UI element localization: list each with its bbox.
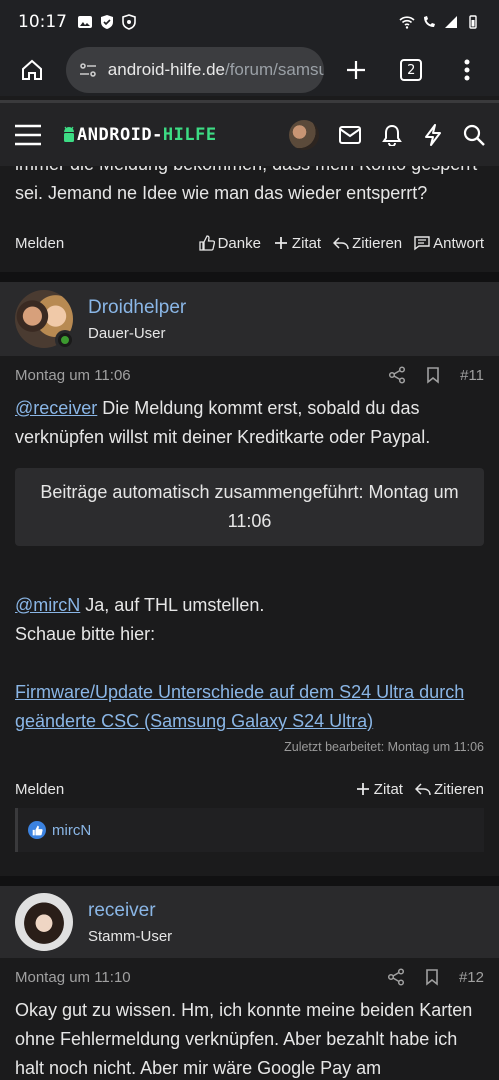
status-time: 10:17	[18, 12, 67, 32]
share-icon[interactable]	[387, 968, 405, 986]
browser-menu-button[interactable]	[445, 48, 489, 92]
reply-quote-label: Zitieren	[352, 234, 403, 252]
post-meta: Montag um 11:10 #12	[0, 958, 499, 996]
post-meta: Montag um 11:06 #11	[0, 356, 499, 394]
post-number[interactable]: #11	[460, 367, 484, 384]
like-reaction-icon	[28, 821, 46, 839]
post-divider	[0, 876, 499, 886]
reply-quote-button[interactable]: Zitieren	[414, 780, 484, 798]
status-bar: 10:17	[0, 0, 499, 44]
author-bar: receiver Stamm-User	[0, 886, 499, 958]
more-vert-icon	[464, 59, 470, 81]
post-body-3: Firmware/Update Unterschiede auf dem S24…	[0, 678, 499, 736]
bell-icon[interactable]	[381, 124, 403, 146]
home-icon	[21, 59, 42, 80]
author-name[interactable]: Droidhelper	[88, 297, 186, 319]
author-avatar[interactable]	[15, 290, 75, 350]
post-actions: Melden Danke Zitat Zitieren Antwort	[0, 228, 499, 258]
comment-icon	[414, 236, 430, 251]
author-role: Dauer-User	[88, 324, 166, 342]
like-label: Danke	[217, 234, 261, 252]
thread-content: immer die Meldung bekommen, dass mein Ko…	[0, 150, 499, 1080]
quote-button[interactable]: Zitat	[355, 781, 403, 798]
wifi-icon	[399, 16, 415, 29]
reply-quote-label: Zitieren	[433, 780, 484, 798]
share-icon[interactable]	[388, 366, 406, 384]
user-avatar[interactable]	[289, 119, 319, 150]
post-date[interactable]: Montag um 11:06	[15, 367, 131, 384]
logo-text-left: ANDROID-	[77, 124, 163, 145]
bookmark-icon[interactable]	[423, 968, 441, 986]
post-12: receiver Stamm-User Montag um 11:10 #12 …	[0, 886, 499, 1080]
post-10: immer die Meldung bekommen, dass mein Ko…	[0, 150, 499, 258]
author-role: Stamm-User	[88, 927, 173, 945]
plus-icon	[356, 783, 369, 795]
thumbs-up-icon	[198, 235, 215, 251]
reply-icon	[333, 237, 349, 250]
author-name[interactable]: receiver	[88, 900, 172, 922]
mention-link[interactable]: @receiver	[15, 398, 97, 418]
post-text-2: Ja, auf THL umstellen.	[80, 595, 265, 615]
tab-count: 2	[400, 59, 423, 81]
answer-button[interactable]: Antwort	[414, 235, 484, 252]
post-body-2: @mircN Ja, auf THL umstellen. Schaue bit…	[0, 591, 499, 649]
plus-icon	[274, 237, 287, 249]
post-date[interactable]: Montag um 11:10	[15, 969, 131, 986]
site-logo[interactable]: ANDROID- HILFE	[62, 125, 217, 145]
report-link[interactable]: Melden	[15, 235, 64, 252]
post-divider	[0, 272, 499, 282]
bookmark-icon[interactable]	[424, 366, 442, 384]
quote-button[interactable]: Zitat	[273, 235, 321, 252]
lightning-icon[interactable]	[423, 123, 443, 146]
post-body: Okay gut zu wissen. Hm, ich konnte meine…	[15, 1000, 473, 1078]
reaction-user[interactable]: mircN	[52, 822, 91, 839]
signal-icon	[445, 16, 457, 28]
wifi-call-icon	[424, 16, 435, 27]
battery-icon	[469, 15, 477, 29]
site-header: ANDROID- HILFE	[0, 100, 499, 166]
android-robot-icon	[64, 126, 74, 142]
online-indicator	[55, 330, 75, 350]
mention-link[interactable]: @mircN	[15, 595, 80, 615]
thread-link[interactable]: Firmware/Update Unterschiede auf dem S24…	[15, 682, 464, 731]
report-link[interactable]: Melden	[15, 781, 64, 798]
author-avatar[interactable]	[15, 893, 73, 951]
search-icon[interactable]	[463, 124, 485, 146]
merge-notice: Beiträge automatisch zusammengeführt: Mo…	[15, 468, 484, 546]
post-text-3: Schaue bitte hier:	[15, 624, 156, 644]
quote-label: Zitat	[373, 780, 403, 798]
home-button[interactable]	[10, 48, 54, 92]
logo-text-right: HILFE	[162, 124, 217, 145]
image-icon	[78, 16, 92, 28]
like-button[interactable]: Danke	[198, 234, 261, 252]
reactions-bar[interactable]: mircN	[15, 808, 484, 852]
tab-switcher-button[interactable]: 2	[389, 48, 433, 92]
mail-icon[interactable]	[339, 125, 361, 144]
post-11: Droidhelper Dauer-User Montag um 11:06 #…	[0, 282, 499, 852]
post-body: @receiver Die Meldung kommt erst, sobald…	[0, 394, 499, 452]
author-bar: Droidhelper Dauer-User	[0, 282, 499, 356]
hamburger-menu-icon[interactable]	[14, 124, 42, 146]
post-number[interactable]: #12	[459, 969, 484, 986]
url-path: /forum/samsung	[224, 60, 324, 79]
post-actions: Melden Zitat Zitieren	[0, 774, 499, 804]
new-tab-button[interactable]	[334, 48, 378, 92]
browser-toolbar: android-hilfe.de/forum/samsung 2	[0, 44, 499, 96]
answer-label: Antwort	[433, 234, 484, 252]
shield-icon	[122, 14, 136, 30]
reply-quote-button[interactable]: Zitieren	[333, 235, 402, 252]
quote-label: Zitat	[291, 234, 322, 252]
plus-icon	[346, 61, 365, 79]
edited-note: Zuletzt bearbeitet: Montag um 11:06	[284, 740, 484, 754]
url-host: android-hilfe.de	[107, 60, 225, 79]
shield-check-icon	[101, 15, 113, 29]
address-bar[interactable]: android-hilfe.de/forum/samsung	[65, 47, 324, 93]
reply-icon	[414, 783, 431, 796]
site-settings-icon[interactable]	[78, 60, 98, 80]
